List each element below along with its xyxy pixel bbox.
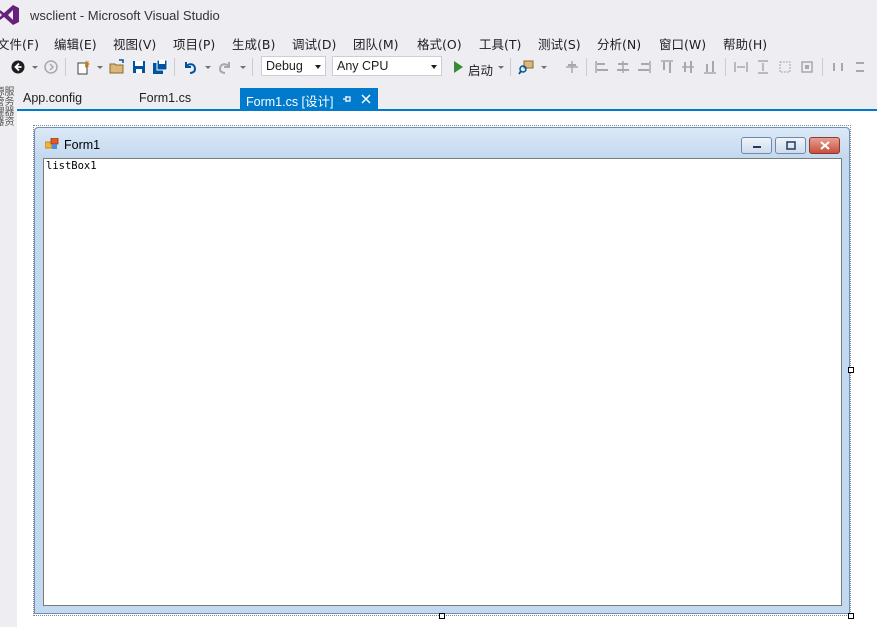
vertical-spacing-icon[interactable]	[852, 59, 868, 75]
tab-label: Form1.cs	[139, 91, 192, 105]
toolbar-separator	[65, 58, 66, 76]
resize-handle-right[interactable]	[848, 367, 854, 373]
navigate-forward-icon[interactable]	[43, 59, 59, 75]
resize-handle-bottom[interactable]	[439, 613, 445, 619]
window-title: wsclient - Microsoft Visual Studio	[30, 8, 220, 23]
solution-platform-value: Any CPU	[337, 59, 389, 73]
server-explorer-label: 服务器资源管理器	[0, 86, 13, 126]
menu-project[interactable]: 项目(P)	[173, 34, 215, 53]
menu-analyze[interactable]: 分析(N)	[597, 34, 641, 53]
open-file-icon[interactable]	[109, 59, 125, 75]
tab-label: App.config	[23, 91, 83, 105]
menu-debug[interactable]: 调试(D)	[292, 34, 336, 53]
menu-view[interactable]: 视图(V)	[113, 34, 156, 53]
listbox1-placeholder-text: listBox1	[46, 160, 97, 172]
toolbar-separator	[822, 58, 823, 76]
server-explorer-side-tab[interactable]: 服务器资源管理器	[0, 86, 13, 126]
align-lefts-icon[interactable]	[594, 59, 610, 75]
visual-studio-logo-icon	[0, 5, 19, 25]
start-dropdown-arrow-icon[interactable]	[498, 66, 504, 69]
new-project-icon[interactable]	[75, 59, 91, 75]
size-to-grid-icon[interactable]	[777, 59, 793, 75]
undo-dropdown-arrow-icon[interactable]	[205, 66, 211, 69]
make-same-height-icon[interactable]	[755, 59, 771, 75]
start-button[interactable]: 启动	[468, 60, 493, 79]
make-same-width-icon[interactable]	[733, 59, 749, 75]
chevron-down-icon	[431, 65, 437, 69]
solution-configuration-value: Debug	[266, 59, 303, 73]
toolbar-separator	[252, 58, 253, 76]
new-project-dropdown-arrow-icon[interactable]	[97, 66, 103, 69]
navigate-back-icon[interactable]	[10, 59, 26, 75]
chevron-down-icon	[315, 65, 321, 69]
form1-caption-bar: Form1	[35, 128, 849, 158]
maximize-icon	[786, 141, 796, 150]
horizontal-spacing-icon[interactable]	[830, 59, 846, 75]
undo-icon[interactable]	[182, 59, 198, 75]
form1-title: Form1	[64, 138, 101, 152]
menu-build[interactable]: 生成(B)	[232, 34, 275, 53]
solution-configuration-dropdown[interactable]: Debug	[261, 56, 326, 76]
menu-format[interactable]: 格式(O)	[417, 34, 462, 53]
form-maximize-button[interactable]	[775, 137, 806, 154]
align-bottoms-icon[interactable]	[702, 59, 718, 75]
solution-platform-dropdown[interactable]: Any CPU	[332, 56, 442, 76]
align-middles-icon[interactable]	[680, 59, 696, 75]
toolbar-overflow-arrow-icon[interactable]	[541, 66, 547, 69]
redo-icon[interactable]	[217, 59, 233, 75]
align-tops-icon[interactable]	[659, 59, 675, 75]
align-centers-icon[interactable]	[615, 59, 631, 75]
minimize-icon	[753, 146, 761, 148]
menu-edit[interactable]: 编辑(E)	[54, 34, 97, 53]
back-dropdown-arrow-icon[interactable]	[32, 66, 38, 69]
toolbar-separator	[510, 58, 511, 76]
standard-toolbar: Debug Any CPU 启动	[0, 54, 877, 82]
menu-window[interactable]: 窗口(W)	[659, 34, 706, 53]
tab-form1-cs[interactable]: Form1.cs	[133, 88, 197, 109]
make-same-size-icon[interactable]	[799, 59, 815, 75]
menu-file[interactable]: 文件(F)	[0, 34, 39, 53]
form-application-icon	[45, 138, 59, 149]
menu-team[interactable]: 团队(M)	[353, 34, 399, 53]
close-tab-icon[interactable]	[361, 94, 371, 104]
resize-handle-bottom-right[interactable]	[848, 613, 854, 619]
redo-dropdown-arrow-icon[interactable]	[240, 66, 246, 69]
document-tabs: App.config Form1.cs Form1.cs [设计]	[17, 88, 877, 110]
close-icon	[820, 141, 830, 150]
form-close-button[interactable]	[809, 137, 840, 154]
listbox1[interactable]: listBox1	[43, 158, 842, 606]
pin-icon[interactable]	[342, 94, 352, 104]
toolbar-separator	[586, 58, 587, 76]
save-icon[interactable]	[131, 59, 147, 75]
toolbar-separator	[725, 58, 726, 76]
align-to-grid-icon[interactable]	[564, 59, 580, 75]
tab-label: Form1.cs [设计]	[246, 95, 334, 109]
menu-tools[interactable]: 工具(T)	[479, 34, 521, 53]
form-minimize-button[interactable]	[741, 137, 772, 154]
save-all-icon[interactable]	[152, 59, 168, 75]
toolbar-separator	[174, 58, 175, 76]
menu-test[interactable]: 测试(S)	[538, 34, 581, 53]
find-in-files-icon[interactable]	[518, 59, 534, 75]
title-bar: wsclient - Microsoft Visual Studio	[0, 0, 877, 30]
menu-bar: 文件(F) 编辑(E) 视图(V) 项目(P) 生成(B) 调试(D) 团队(M…	[0, 30, 877, 52]
tab-form1-designer[interactable]: Form1.cs [设计]	[240, 88, 378, 109]
align-rights-icon[interactable]	[636, 59, 652, 75]
menu-help[interactable]: 帮助(H)	[723, 34, 767, 53]
start-debugging-icon[interactable]	[450, 59, 466, 75]
tab-app-config[interactable]: App.config	[17, 88, 88, 109]
